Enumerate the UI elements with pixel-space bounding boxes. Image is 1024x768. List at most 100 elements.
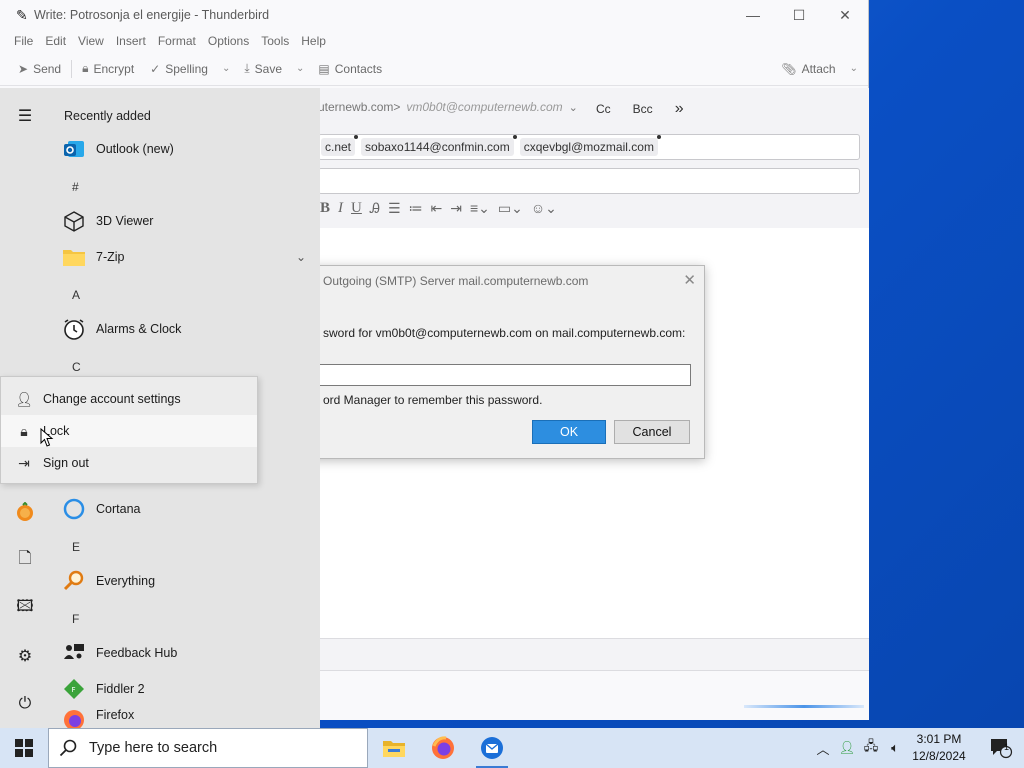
contacts-button[interactable]: ▤ Contacts	[310, 56, 390, 82]
underline-icon[interactable]: U	[351, 200, 362, 217]
mouse-cursor-icon	[40, 428, 54, 447]
cc-button[interactable]: Cc	[596, 102, 611, 116]
app-3d-viewer[interactable]: 3D Viewer	[62, 204, 310, 238]
more-recipients-button[interactable]: »	[675, 100, 684, 118]
password-input[interactable]	[319, 364, 691, 386]
menu-format[interactable]: Format	[152, 34, 202, 48]
app-feedback-hub[interactable]: Feedback Hub	[62, 636, 310, 670]
outlook-icon	[62, 137, 86, 161]
send-button[interactable]: ➤ Send	[10, 56, 69, 82]
taskbar-thunderbird[interactable]	[468, 728, 516, 768]
encrypt-button[interactable]: 🔒︎ Encrypt	[74, 56, 142, 82]
italic-icon[interactable]: I	[338, 200, 343, 217]
menu-bar: File Edit View Insert Format Options Too…	[0, 30, 868, 52]
toolbar-separator	[71, 59, 73, 78]
change-account-settings-item[interactable]: 👤︎ Change account settings	[1, 383, 257, 415]
windows-logo-icon	[15, 739, 33, 757]
bold-icon[interactable]: B	[320, 200, 330, 217]
app-alarms-clock[interactable]: Alarms & Clock	[62, 312, 310, 346]
save-dropdown-chevron-icon[interactable]: ⌄	[290, 63, 310, 74]
search-placeholder: Type here to search	[89, 740, 218, 756]
dialog-message: sword for vm0b0t@computernewb.com on mai…	[323, 326, 686, 340]
app-7zip[interactable]: 7-Zip ⌄	[62, 240, 310, 274]
close-button[interactable]: ✕	[822, 0, 868, 30]
menu-insert[interactable]: Insert	[110, 34, 152, 48]
menu-file[interactable]: File	[8, 34, 39, 48]
outdent-icon[interactable]: ⇤	[431, 200, 443, 217]
from-field[interactable]: uternewb.com> vm0b0t@computernewb.com ⌄	[318, 100, 578, 114]
close-icon[interactable]: ✕	[683, 271, 696, 289]
power-icon[interactable]: ⏻	[13, 692, 37, 716]
text-style-icon[interactable]: Ꭿ	[370, 200, 380, 217]
app-cortana[interactable]: Cortana	[62, 492, 310, 526]
cube-icon	[62, 209, 86, 233]
documents-icon[interactable]: 🗋	[13, 548, 37, 572]
section-header[interactable]: E	[72, 540, 80, 554]
section-header[interactable]: C	[72, 360, 81, 374]
bullet-list-icon[interactable]: ☰	[388, 200, 401, 217]
save-button[interactable]: ⤓ Save	[236, 56, 290, 82]
attach-dropdown-chevron-icon[interactable]: ⌄	[844, 63, 864, 74]
insert-image-icon[interactable]: ▭⌄	[498, 200, 523, 217]
bcc-button[interactable]: Bcc	[633, 102, 653, 116]
section-header[interactable]: A	[72, 288, 80, 302]
show-hidden-icons-chevron-icon[interactable]: ︿	[812, 728, 834, 768]
pictures-icon[interactable]: 🖾	[13, 596, 37, 620]
clock-time: 3:01 PM	[916, 732, 962, 746]
account-flyout-menu: 👤︎ Change account settings 🔒︎ Lock ⇥ Sig…	[0, 376, 258, 484]
file-explorer-icon	[383, 741, 405, 757]
spelling-button[interactable]: ✓ Spelling	[142, 56, 216, 82]
settings-gear-icon[interactable]: ⚙	[13, 644, 37, 668]
start-button[interactable]	[0, 728, 48, 768]
firefox-icon	[62, 708, 86, 728]
section-header[interactable]: F	[72, 612, 79, 626]
send-icon: ➤	[18, 61, 29, 76]
menu-options[interactable]: Options	[202, 34, 255, 48]
taskbar-clock[interactable]: 3:01 PM 12/8/2024	[904, 731, 974, 765]
chevron-down-icon[interactable]: ⌄	[569, 101, 578, 114]
maximize-button[interactable]: ☐	[776, 0, 822, 30]
formatting-toolbar: B I U Ꭿ ☰ ≔ ⇤ ⇥ ≡⌄ ▭⌄ ☺⌄	[320, 200, 557, 217]
indent-icon[interactable]: ⇥	[450, 200, 462, 217]
chevron-down-icon[interactable]: ⌄	[296, 250, 306, 264]
recipient-pill[interactable]: cxqevbgl@mozmail.com	[519, 135, 662, 156]
numbered-list-icon[interactable]: ≔	[409, 200, 423, 217]
minimize-button[interactable]: —	[730, 0, 776, 30]
search-icon	[59, 739, 77, 757]
spelling-icon: ✓	[150, 61, 161, 76]
firefox-icon	[432, 736, 454, 759]
volume-icon[interactable]: 🔈︎	[884, 728, 906, 768]
sign-out-item[interactable]: ⇥ Sign out	[1, 447, 257, 479]
spelling-dropdown-chevron-icon[interactable]: ⌄	[216, 63, 236, 74]
to-field[interactable]: c.net sobaxo1144@confmin.com cxqevbgl@mo…	[318, 134, 860, 160]
attach-button[interactable]: 📎︎ Attach	[773, 56, 843, 82]
app-firefox[interactable]: Firefox	[62, 708, 310, 728]
taskbar-search-box[interactable]: Type here to search	[48, 728, 368, 768]
people-icon[interactable]: 👤︎	[836, 728, 858, 768]
menu-view[interactable]: View	[72, 34, 110, 48]
remember-password-label[interactable]: ord Manager to remember this password.	[323, 393, 542, 407]
hamburger-menu-icon[interactable]: ☰	[13, 104, 37, 128]
menu-help[interactable]: Help	[295, 34, 332, 48]
feedback-icon	[62, 641, 86, 665]
section-header[interactable]: #	[72, 180, 79, 194]
app-outlook[interactable]: Outlook (new)	[62, 132, 310, 166]
user-avatar[interactable]	[13, 500, 37, 524]
cancel-button[interactable]: Cancel	[614, 420, 690, 444]
emoji-icon[interactable]: ☺⌄	[531, 200, 557, 217]
taskbar-firefox[interactable]	[419, 728, 467, 768]
action-center-button[interactable]: 1	[978, 728, 1024, 768]
menu-edit[interactable]: Edit	[39, 34, 72, 48]
recipient-pill[interactable]: sobaxo1144@confmin.com	[361, 135, 517, 156]
menu-tools[interactable]: Tools	[255, 34, 295, 48]
network-icon[interactable]: 🖧	[860, 728, 882, 768]
subject-input[interactable]	[318, 168, 860, 194]
ok-button[interactable]: OK	[532, 420, 606, 444]
from-identity: vm0b0t@computernewb.com	[406, 100, 563, 114]
align-icon[interactable]: ≡⌄	[470, 200, 490, 217]
taskbar-file-explorer[interactable]	[370, 728, 418, 768]
clock-icon	[62, 317, 86, 341]
recipient-pill[interactable]: c.net	[321, 135, 359, 156]
app-fiddler[interactable]: F Fiddler 2	[62, 672, 310, 706]
app-everything[interactable]: Everything	[62, 564, 310, 598]
